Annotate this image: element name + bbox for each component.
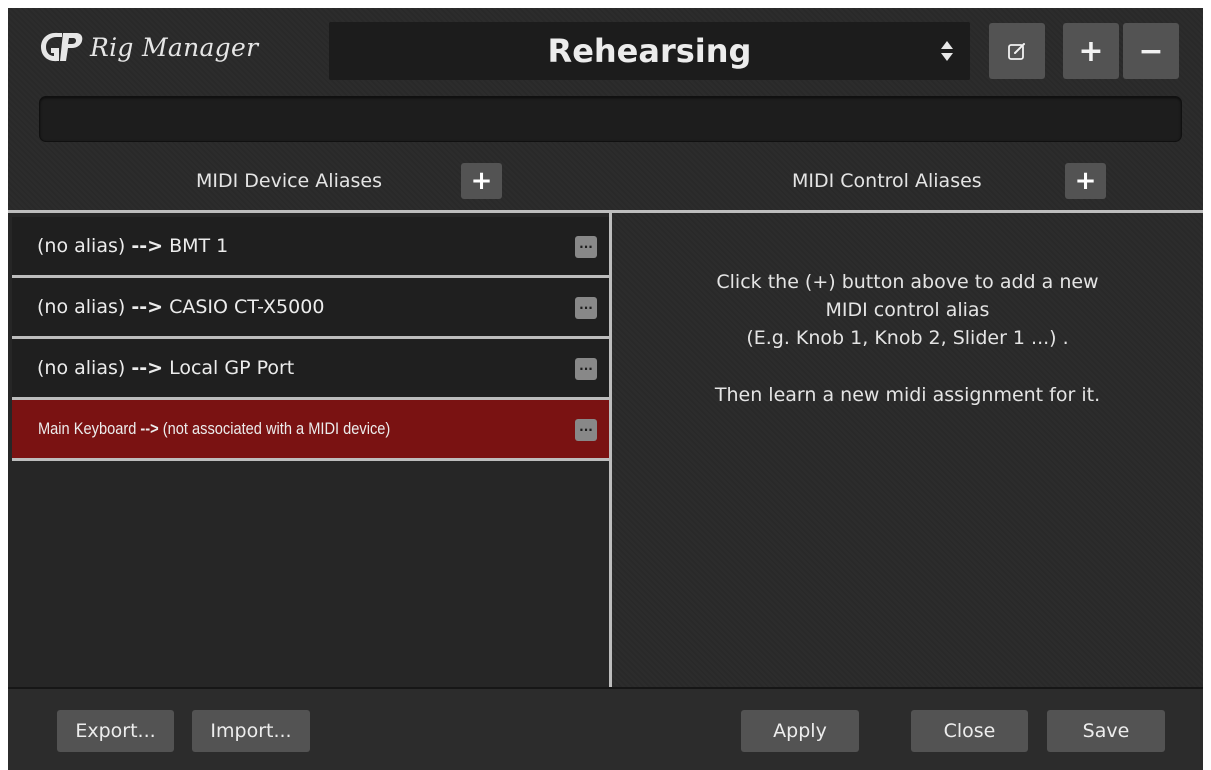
help-text-line: Click the (+) button above to add a new — [716, 271, 1099, 293]
gp-logo-icon — [38, 30, 84, 64]
device-alias-row-selected[interactable]: Main Keyboard --> (not associated with a… — [12, 400, 609, 461]
device-alias-row[interactable]: (no alias) --> CASIO CT-X5000 ··· — [12, 278, 609, 339]
close-button[interactable]: Close — [911, 710, 1028, 752]
device-alias-list: (no alias) --> BMT 1 ··· (no alias) --> … — [8, 213, 609, 687]
remove-rig-button[interactable]: − — [1123, 23, 1179, 79]
device-alias-label: Main Keyboard --> (not associated with a… — [38, 419, 391, 438]
import-button[interactable]: Import... — [192, 710, 310, 752]
device-alias-label: (no alias) --> BMT 1 — [37, 235, 229, 257]
device-alias-label: (no alias) --> Local GP Port — [37, 357, 295, 379]
device-alias-more-button[interactable]: ··· — [575, 297, 597, 319]
rename-rig-button[interactable] — [989, 23, 1045, 79]
device-alias-more-button[interactable]: ··· — [575, 236, 597, 258]
add-rig-button[interactable]: + — [1063, 23, 1119, 79]
rig-selector[interactable]: Rehearsing — [329, 22, 970, 80]
up-down-arrows-icon — [941, 41, 953, 61]
control-alias-panel: Click the (+) button above to add a new … — [612, 213, 1203, 687]
device-alias-more-button[interactable]: ··· — [575, 358, 597, 380]
apply-button[interactable]: Apply — [741, 710, 859, 752]
app-title: Rig Manager — [90, 32, 259, 62]
status-bar — [39, 96, 1182, 142]
device-alias-more-button[interactable]: ··· — [575, 419, 597, 441]
add-control-alias-button[interactable]: + — [1065, 163, 1106, 199]
help-text-line: (E.g. Knob 1, Knob 2, Slider 1 ...) . — [746, 327, 1069, 349]
footer-bar: Export... Import... Apply Close Save — [8, 687, 1203, 770]
device-alias-label: (no alias) --> CASIO CT-X5000 — [37, 296, 325, 318]
help-text-line: Then learn a new midi assignment for it. — [714, 384, 1101, 406]
export-button[interactable]: Export... — [57, 710, 174, 752]
rig-name: Rehearsing — [547, 32, 752, 70]
device-alias-row[interactable]: (no alias) --> Local GP Port ··· — [12, 339, 609, 400]
device-alias-row[interactable]: (no alias) --> BMT 1 ··· — [12, 217, 609, 278]
rig-manager-window: Rig Manager Rehearsing + − MIDI Device A… — [8, 8, 1203, 770]
app-logo: Rig Manager — [38, 30, 258, 64]
add-device-alias-button[interactable]: + — [461, 163, 502, 199]
control-aliases-title: MIDI Control Aliases — [792, 170, 982, 192]
device-aliases-title: MIDI Device Aliases — [196, 170, 382, 192]
edit-icon — [1008, 43, 1025, 60]
save-button[interactable]: Save — [1047, 710, 1165, 752]
help-text-line: MIDI control alias — [825, 299, 990, 321]
